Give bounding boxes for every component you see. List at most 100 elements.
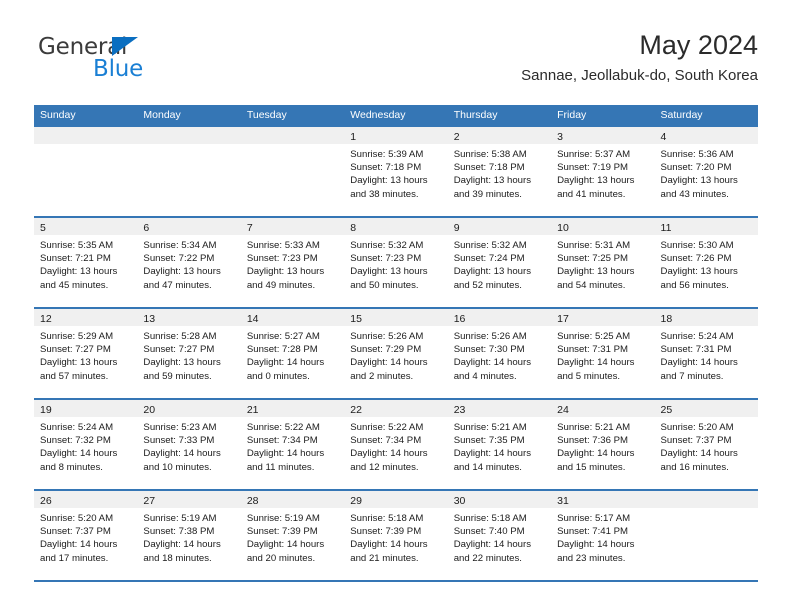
weekday-header-saturday: Saturday xyxy=(660,109,703,121)
calendar-week-row: 5 Sunrise: 5:35 AM Sunset: 7:21 PM Daylight… xyxy=(34,216,758,307)
day-number: 18 xyxy=(660,313,673,325)
day-number-band: 2 xyxy=(447,127,552,144)
day-number-band: 14 xyxy=(240,309,345,326)
day-cell-30[interactable]: 30 Sunrise: 5:18 AM Sunset: 7:40 PM Dayligh… xyxy=(447,491,552,580)
day-cell-28[interactable]: 28 Sunrise: 5:19 AM Sunset: 7:39 PM Dayligh… xyxy=(240,491,345,580)
day-number: 13 xyxy=(143,313,156,325)
daylight-line-2: and 15 minutes. xyxy=(557,461,626,473)
sunset-line: Sunset: 7:19 PM xyxy=(557,162,629,174)
day-number-band xyxy=(240,127,345,144)
day-cell-22[interactable]: 22 Sunrise: 5:22 AM Sunset: 7:34 PM Dayligh… xyxy=(344,400,448,489)
daylight-line-1: Daylight: 13 hours xyxy=(453,266,532,278)
day-number-band: 27 xyxy=(137,491,241,508)
sunrise-line: Sunrise: 5:21 AM xyxy=(453,422,527,433)
day-cell-31[interactable]: 31 Sunrise: 5:17 AM Sunset: 7:41 PM Dayligh… xyxy=(551,491,655,580)
day-number-band: 8 xyxy=(344,218,448,235)
day-number: 27 xyxy=(143,495,156,507)
sunrise-line: Sunrise: 5:29 AM xyxy=(40,331,114,342)
day-number: 9 xyxy=(453,222,460,234)
daylight-line-2: and 5 minutes. xyxy=(557,370,621,382)
sunrise-line: Sunrise: 5:19 AM xyxy=(143,513,217,524)
sunset-line: Sunset: 7:35 PM xyxy=(453,435,525,447)
day-cell-26[interactable]: 26 Sunrise: 5:20 AM Sunset: 7:37 PM Dayligh… xyxy=(34,491,138,580)
day-cell-24[interactable]: 24 Sunrise: 5:21 AM Sunset: 7:36 PM Dayligh… xyxy=(551,400,655,489)
day-details: Sunrise: 5:26 AM Sunset: 7:29 PM Daylight:… xyxy=(344,326,447,383)
sunrise-line: Sunrise: 5:31 AM xyxy=(557,240,631,251)
day-cell-14[interactable]: 14 Sunrise: 5:27 AM Sunset: 7:28 PM Dayligh… xyxy=(240,309,345,398)
day-cell-20[interactable]: 20 Sunrise: 5:23 AM Sunset: 7:33 PM Dayligh… xyxy=(137,400,241,489)
sunset-line: Sunset: 7:20 PM xyxy=(660,162,732,174)
page-title: May 2024 xyxy=(639,30,758,60)
day-cell-7[interactable]: 7 Sunrise: 5:33 AM Sunset: 7:23 PM Daylight… xyxy=(240,218,345,307)
sunset-line: Sunset: 7:32 PM xyxy=(40,435,111,447)
day-number: 20 xyxy=(143,404,156,416)
daylight-line-2: and 39 minutes. xyxy=(453,188,522,200)
day-cell-16[interactable]: 16 Sunrise: 5:26 AM Sunset: 7:30 PM Dayligh… xyxy=(447,309,552,398)
day-cell-10[interactable]: 10 Sunrise: 5:31 AM Sunset: 7:25 PM Dayligh… xyxy=(551,218,655,307)
day-number: 22 xyxy=(350,404,362,416)
day-number-band: 16 xyxy=(447,309,552,326)
day-number-band: 10 xyxy=(551,218,655,235)
day-number-band: 18 xyxy=(654,309,758,326)
day-cell-13[interactable]: 13 Sunrise: 5:28 AM Sunset: 7:27 PM Dayligh… xyxy=(137,309,241,398)
daylight-line-1: Daylight: 14 hours xyxy=(246,357,325,369)
calendar-page: General Blue May 2024 Sannae, Jeollabuk-… xyxy=(0,0,792,612)
weekday-header-friday: Friday xyxy=(557,109,587,121)
day-cell-29[interactable]: 29 Sunrise: 5:18 AM Sunset: 7:39 PM Dayligh… xyxy=(344,491,448,580)
daylight-line-1: Daylight: 14 hours xyxy=(660,357,738,369)
day-cell-19[interactable]: 19 Sunrise: 5:24 AM Sunset: 7:32 PM Dayligh… xyxy=(34,400,138,489)
day-cell-18[interactable]: 18 Sunrise: 5:24 AM Sunset: 7:31 PM Dayligh… xyxy=(654,309,758,398)
sunrise-line: Sunrise: 5:24 AM xyxy=(40,422,114,433)
daylight-line-1: Daylight: 14 hours xyxy=(246,539,325,551)
day-cell-9[interactable]: 9 Sunrise: 5:32 AM Sunset: 7:24 PM Daylight… xyxy=(447,218,552,307)
day-cell-5[interactable]: 5 Sunrise: 5:35 AM Sunset: 7:21 PM Daylight… xyxy=(34,218,138,307)
day-number: 16 xyxy=(453,313,466,325)
day-details: Sunrise: 5:30 AM Sunset: 7:26 PM Daylight:… xyxy=(655,235,758,292)
sunset-line: Sunset: 7:24 PM xyxy=(453,253,525,265)
daylight-line-1: Daylight: 13 hours xyxy=(557,266,635,278)
daylight-line-1: Daylight: 13 hours xyxy=(143,266,221,278)
day-details: Sunrise: 5:31 AM Sunset: 7:25 PM Daylight:… xyxy=(551,235,654,292)
day-cell-4[interactable]: 4 Sunrise: 5:36 AM Sunset: 7:20 PM Daylight… xyxy=(654,127,758,216)
generalblue-logo[interactable]: General Blue xyxy=(34,34,254,94)
day-number-band xyxy=(137,127,241,144)
day-cell-21[interactable]: 21 Sunrise: 5:22 AM Sunset: 7:34 PM Dayligh… xyxy=(240,400,345,489)
sunrise-line: Sunrise: 5:17 AM xyxy=(557,513,631,524)
weekday-header-tuesday: Tuesday xyxy=(246,109,287,121)
day-cell-11[interactable]: 11 Sunrise: 5:30 AM Sunset: 7:26 PM Dayligh… xyxy=(654,218,758,307)
day-details: Sunrise: 5:26 AM Sunset: 7:30 PM Daylight:… xyxy=(448,326,551,383)
day-cell-1[interactable]: 1 Sunrise: 5:39 AM Sunset: 7:18 PM Daylight… xyxy=(344,127,448,216)
day-cell-6[interactable]: 6 Sunrise: 5:34 AM Sunset: 7:22 PM Daylight… xyxy=(137,218,241,307)
day-number: 25 xyxy=(660,404,673,416)
sunset-line: Sunset: 7:29 PM xyxy=(350,344,422,356)
sunset-line: Sunset: 7:40 PM xyxy=(453,526,525,538)
day-cell-27[interactable]: 27 Sunrise: 5:19 AM Sunset: 7:38 PM Dayligh… xyxy=(137,491,241,580)
sunrise-line: Sunrise: 5:39 AM xyxy=(350,149,424,160)
day-cell-8[interactable]: 8 Sunrise: 5:32 AM Sunset: 7:23 PM Daylight… xyxy=(344,218,448,307)
sunrise-line: Sunrise: 5:37 AM xyxy=(557,149,631,160)
daylight-line-2: and 10 minutes. xyxy=(143,461,212,473)
daylight-line-2: and 57 minutes. xyxy=(40,370,109,382)
calendar-week-row: 26 Sunrise: 5:20 AM Sunset: 7:37 PM Dayligh… xyxy=(34,489,758,582)
day-details: Sunrise: 5:33 AM Sunset: 7:23 PM Daylight:… xyxy=(241,235,344,292)
day-cell-15[interactable]: 15 Sunrise: 5:26 AM Sunset: 7:29 PM Dayligh… xyxy=(344,309,448,398)
day-cell-23[interactable]: 23 Sunrise: 5:21 AM Sunset: 7:35 PM Dayligh… xyxy=(447,400,552,489)
sunset-line: Sunset: 7:18 PM xyxy=(453,162,525,174)
day-number: 15 xyxy=(350,313,362,325)
sunrise-line: Sunrise: 5:18 AM xyxy=(453,513,527,524)
day-cell-17[interactable]: 17 Sunrise: 5:25 AM Sunset: 7:31 PM Dayligh… xyxy=(551,309,655,398)
day-cell-12[interactable]: 12 Sunrise: 5:29 AM Sunset: 7:27 PM Dayligh… xyxy=(34,309,138,398)
day-details: Sunrise: 5:38 AM Sunset: 7:18 PM Daylight:… xyxy=(448,144,551,201)
sunrise-line: Sunrise: 5:26 AM xyxy=(350,331,424,342)
day-cell-3[interactable]: 3 Sunrise: 5:37 AM Sunset: 7:19 PM Daylight… xyxy=(551,127,655,216)
sunset-line: Sunset: 7:34 PM xyxy=(246,435,318,447)
day-details: Sunrise: 5:23 AM Sunset: 7:33 PM Daylight:… xyxy=(137,417,240,474)
day-details: Sunrise: 5:34 AM Sunset: 7:22 PM Daylight:… xyxy=(137,235,240,292)
day-cell-2[interactable]: 2 Sunrise: 5:38 AM Sunset: 7:18 PM Daylight… xyxy=(447,127,552,216)
day-cell-25[interactable]: 25 Sunrise: 5:20 AM Sunset: 7:37 PM Dayligh… xyxy=(654,400,758,489)
sunset-line: Sunset: 7:23 PM xyxy=(350,253,422,265)
day-number: 24 xyxy=(557,404,569,416)
day-details: Sunrise: 5:35 AM Sunset: 7:21 PM Daylight:… xyxy=(34,235,137,292)
day-number: 31 xyxy=(557,495,569,507)
day-number-band: 13 xyxy=(137,309,241,326)
